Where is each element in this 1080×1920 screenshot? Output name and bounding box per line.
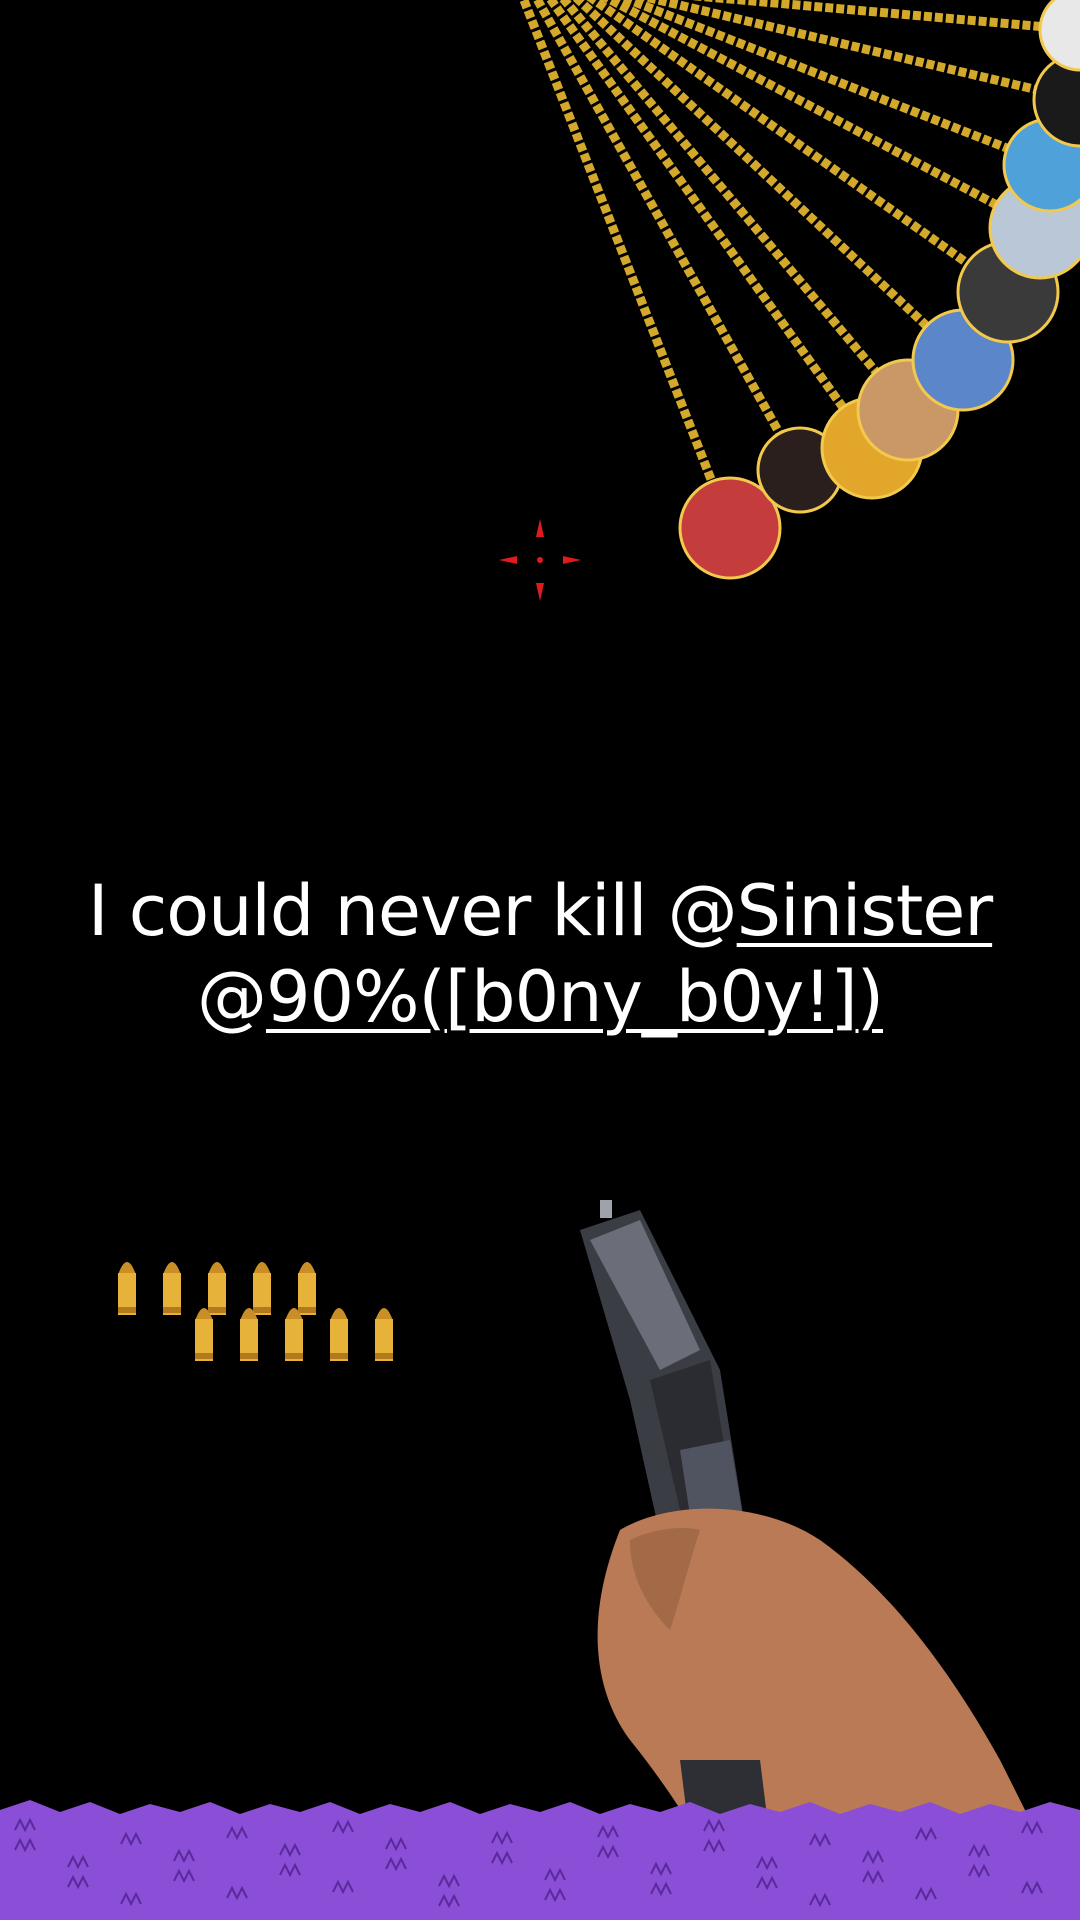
video-caption: I could never kill @Sinister @90%([b0ny_…: [40, 868, 1040, 1040]
gold-chain: [638, 0, 1080, 105]
caption-line-1: I could never kill @Sinister: [40, 868, 1040, 954]
bullet-icon: [330, 1308, 348, 1361]
purple-grass-ground: [0, 1800, 1080, 1920]
mention-sinister[interactable]: Sinister: [737, 870, 993, 952]
ammo-bullets: [118, 1262, 393, 1361]
gold-chain: [586, 0, 1011, 296]
bullet-icon: [163, 1262, 181, 1315]
caption-at: @: [196, 956, 267, 1038]
avatar-10: [1038, 0, 1080, 72]
bullet-icon: [208, 1262, 226, 1315]
bullet-icon: [285, 1308, 303, 1361]
gold-chain-avatars: [519, 0, 1080, 580]
gold-chain: [532, 0, 804, 473]
bullet-icon: [118, 1262, 136, 1315]
caption-line-2: @90%([b0ny_b0y!]): [40, 954, 1040, 1040]
video-frame: I could never kill @Sinister @90%([b0ny_…: [0, 0, 1080, 1920]
caption-prefix: I could never kill @: [87, 870, 738, 952]
bullet-icon: [298, 1262, 316, 1315]
mention-bony-boy[interactable]: 90%([b0ny_b0y!]): [266, 956, 884, 1038]
bullet-icon: [375, 1308, 393, 1361]
bullet-icon: [253, 1262, 271, 1315]
crosshair-icon: [499, 519, 581, 601]
bullet-icon: [195, 1308, 213, 1361]
bullet-icon: [240, 1308, 258, 1361]
